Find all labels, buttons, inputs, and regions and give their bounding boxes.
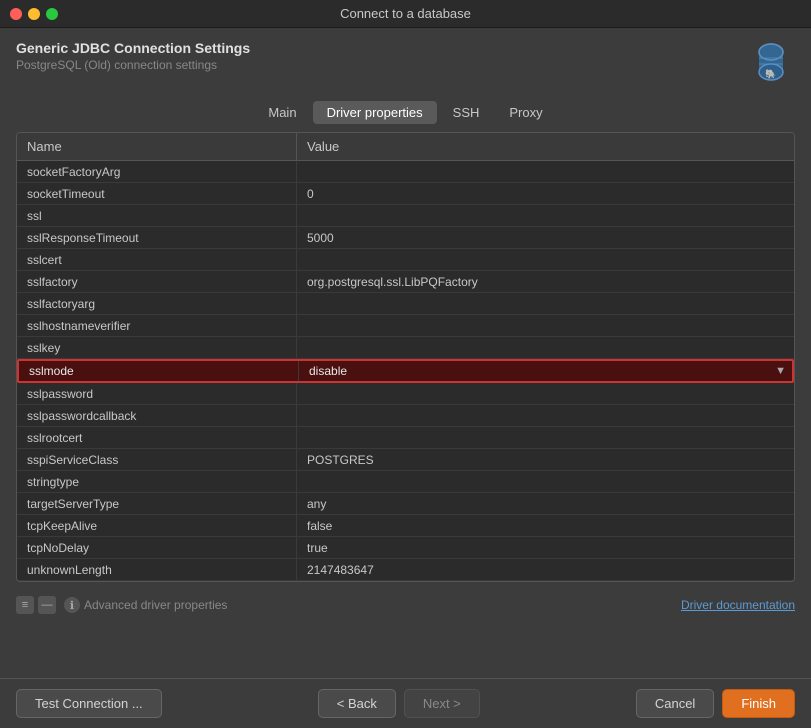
property-name-cell: socketTimeout bbox=[17, 183, 297, 204]
property-value-cell bbox=[297, 161, 794, 182]
property-name-cell: tcpKeepAlive bbox=[17, 515, 297, 536]
table-row[interactable]: sspiServiceClassPOSTGRES bbox=[17, 449, 794, 471]
property-value-cell: false bbox=[297, 515, 794, 536]
table-row[interactable]: tcpKeepAlivefalse bbox=[17, 515, 794, 537]
property-name-cell: sspiServiceClass bbox=[17, 449, 297, 470]
property-value-cell: true bbox=[297, 537, 794, 558]
header-text: Generic JDBC Connection Settings Postgre… bbox=[16, 40, 250, 72]
tab-proxy[interactable]: Proxy bbox=[495, 101, 556, 124]
property-name-cell: sslfactoryarg bbox=[17, 293, 297, 314]
property-name-cell: sslrootcert bbox=[17, 427, 297, 448]
tab-driver-properties[interactable]: Driver properties bbox=[313, 101, 437, 124]
table-row[interactable]: sslpassword bbox=[17, 383, 794, 405]
pg-logo: 🐘 bbox=[747, 40, 795, 91]
advanced-label: Advanced driver properties bbox=[84, 598, 227, 612]
table-row[interactable]: sslfactoryorg.postgresql.ssl.LibPQFactor… bbox=[17, 271, 794, 293]
driver-doc-link[interactable]: Driver documentation bbox=[681, 598, 795, 612]
svg-text:🐘: 🐘 bbox=[765, 69, 776, 79]
window-body: Generic JDBC Connection Settings Postgre… bbox=[0, 28, 811, 620]
property-name-cell: ssl bbox=[17, 205, 297, 226]
footer-info: ℹ Advanced driver properties bbox=[64, 597, 227, 613]
table-row[interactable]: sslmodedisable▼ bbox=[17, 359, 794, 383]
minimize-button[interactable] bbox=[28, 8, 40, 20]
property-name-cell: sslpassword bbox=[17, 383, 297, 404]
close-button[interactable] bbox=[10, 8, 22, 20]
action-buttons: Cancel Finish bbox=[636, 689, 795, 718]
property-name-cell: sslResponseTimeout bbox=[17, 227, 297, 248]
property-value-cell bbox=[297, 383, 794, 404]
table-row[interactable]: targetServerTypeany bbox=[17, 493, 794, 515]
property-value-cell bbox=[297, 205, 794, 226]
property-name-cell: sslpasswordcallback bbox=[17, 405, 297, 426]
col-name-header: Name bbox=[17, 133, 297, 160]
property-name-cell: targetServerType bbox=[17, 493, 297, 514]
property-value-cell: org.postgresql.ssl.LibPQFactory bbox=[297, 271, 794, 292]
property-name-cell: socketFactoryArg bbox=[17, 161, 297, 182]
table-row[interactable]: sslrootcert bbox=[17, 427, 794, 449]
property-name-cell: sslhostnameverifier bbox=[17, 315, 297, 336]
property-value-cell: 5000 bbox=[297, 227, 794, 248]
back-button[interactable]: < Back bbox=[318, 689, 396, 718]
table-header: Name Value bbox=[17, 133, 794, 161]
table-row[interactable]: sslResponseTimeout5000 bbox=[17, 227, 794, 249]
tab-ssh[interactable]: SSH bbox=[439, 101, 494, 124]
table-row[interactable]: sslpasswordcallback bbox=[17, 405, 794, 427]
table-row[interactable]: sslhostnameverifier bbox=[17, 315, 794, 337]
property-value-cell: any bbox=[297, 493, 794, 514]
connection-subtitle: PostgreSQL (Old) connection settings bbox=[16, 58, 250, 72]
property-name-cell: unknownLength bbox=[17, 559, 297, 580]
footer-bar: ≡ — ℹ Advanced driver properties Driver … bbox=[16, 590, 795, 620]
title-bar: Connect to a database bbox=[0, 0, 811, 28]
property-name-cell: stringtype bbox=[17, 471, 297, 492]
property-value-cell: 2147483647 bbox=[297, 559, 794, 580]
table-row[interactable]: ssl bbox=[17, 205, 794, 227]
table-row[interactable]: socketFactoryArg bbox=[17, 161, 794, 183]
driver-properties-table: Name Value servicesocketFactorysocketFac… bbox=[16, 132, 795, 582]
property-value-cell: 0 bbox=[297, 183, 794, 204]
property-value-cell bbox=[297, 249, 794, 270]
footer-icons: ≡ — bbox=[16, 596, 56, 614]
table-row[interactable]: socketTimeout0 bbox=[17, 183, 794, 205]
tabs-bar: Main Driver properties SSH Proxy bbox=[16, 101, 795, 124]
property-name-cell: sslcert bbox=[17, 249, 297, 270]
property-name-cell: sslfactory bbox=[17, 271, 297, 292]
table-body[interactable]: servicesocketFactorysocketFactoryArgsock… bbox=[17, 161, 794, 581]
property-value-cell bbox=[297, 315, 794, 336]
table-row[interactable]: stringtype bbox=[17, 471, 794, 493]
property-value-cell bbox=[297, 471, 794, 492]
table-row[interactable]: sslkey bbox=[17, 337, 794, 359]
remove-property-icon[interactable]: — bbox=[38, 596, 56, 614]
property-name-cell: sslkey bbox=[17, 337, 297, 358]
property-value-cell bbox=[297, 293, 794, 314]
header-section: Generic JDBC Connection Settings Postgre… bbox=[16, 40, 795, 91]
property-name-cell: sslmode bbox=[19, 361, 299, 381]
tab-main[interactable]: Main bbox=[254, 101, 310, 124]
connection-title: Generic JDBC Connection Settings bbox=[16, 40, 250, 56]
bottom-buttons: Test Connection ... < Back Next > Cancel… bbox=[0, 678, 811, 728]
cancel-button[interactable]: Cancel bbox=[636, 689, 714, 718]
next-button[interactable]: Next > bbox=[404, 689, 480, 718]
col-value-header: Value bbox=[297, 133, 794, 160]
maximize-button[interactable] bbox=[46, 8, 58, 20]
property-value-cell bbox=[297, 427, 794, 448]
property-value-cell bbox=[297, 337, 794, 358]
table-row[interactable]: sslfactoryarg bbox=[17, 293, 794, 315]
dropdown-arrow-icon[interactable]: ▼ bbox=[775, 365, 786, 377]
traffic-lights bbox=[10, 8, 58, 20]
property-name-cell: tcpNoDelay bbox=[17, 537, 297, 558]
table-row[interactable]: tcpNoDelaytrue bbox=[17, 537, 794, 559]
property-value-cell[interactable]: disable▼ bbox=[299, 361, 792, 381]
nav-buttons: < Back Next > bbox=[318, 689, 480, 718]
property-value-cell bbox=[297, 405, 794, 426]
table-row[interactable]: sslcert bbox=[17, 249, 794, 271]
test-connection-button[interactable]: Test Connection ... bbox=[16, 689, 162, 718]
add-property-icon[interactable]: ≡ bbox=[16, 596, 34, 614]
window-title: Connect to a database bbox=[340, 6, 471, 21]
info-icon: ℹ bbox=[64, 597, 80, 613]
property-value-cell: POSTGRES bbox=[297, 449, 794, 470]
finish-button[interactable]: Finish bbox=[722, 689, 795, 718]
table-row[interactable]: unknownLength2147483647 bbox=[17, 559, 794, 581]
